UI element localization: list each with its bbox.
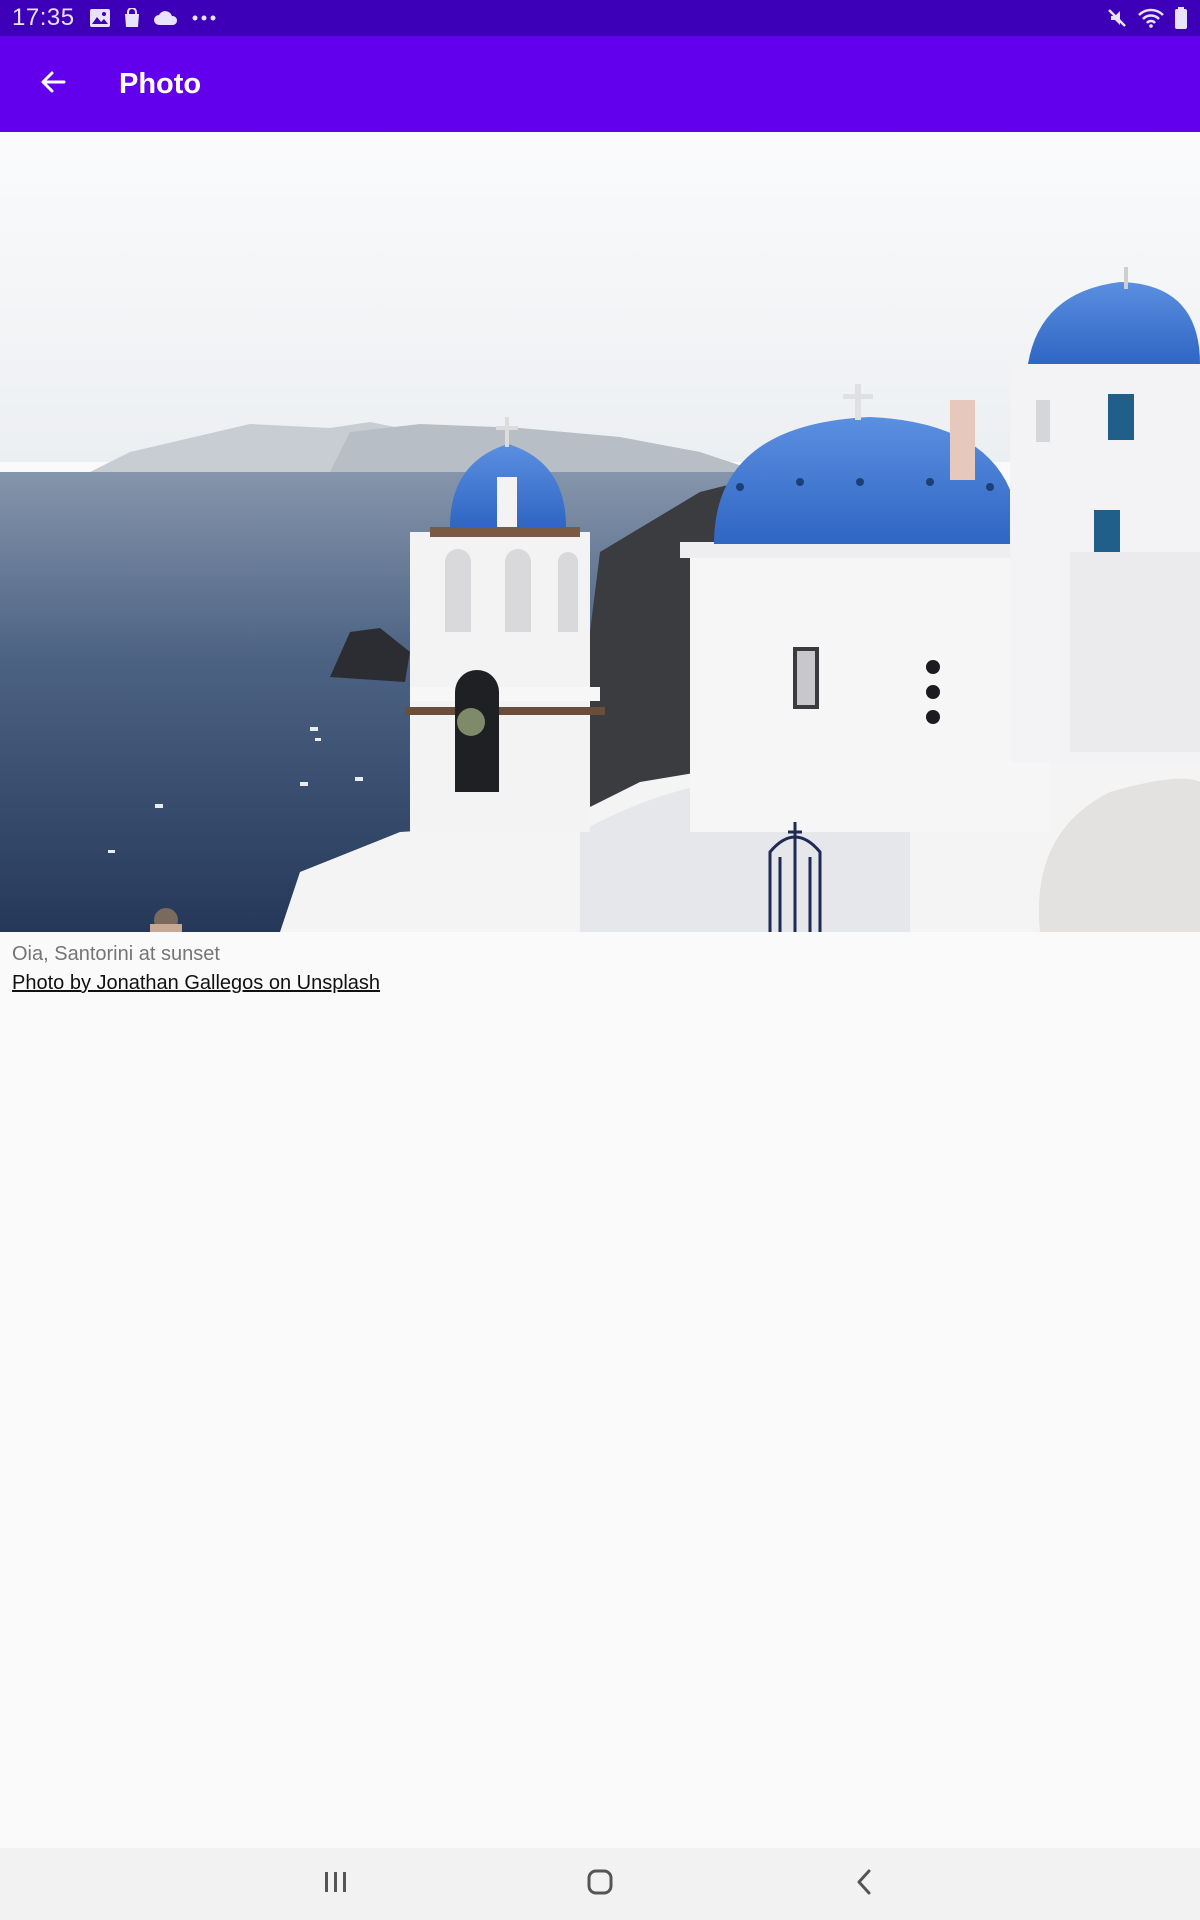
cloud-icon [153,9,179,27]
photo-credit-link[interactable]: Photo by Jonathan Gallegos on Unsplash [12,972,380,995]
shopping-bag-icon [123,8,141,28]
home-icon [587,1869,613,1900]
arrow-back-icon [39,68,67,101]
status-system-icons [1106,7,1188,29]
navigation-bar [0,1848,1200,1920]
back-button[interactable] [25,56,81,112]
mute-icon [1106,7,1128,29]
home-button[interactable] [540,1848,660,1920]
gallery-icon [89,8,111,28]
app-bar: Photo [0,36,1200,132]
recents-button[interactable] [276,1848,396,1920]
page-title: Photo [119,67,202,100]
photo-caption: Oia, Santorini at sunset [12,943,220,965]
wifi-icon [1138,8,1164,28]
status-bar: 17:35 [0,0,1200,36]
status-time: 17:35 [12,4,75,31]
santorini-photo [0,132,1200,932]
nav-back-button[interactable] [804,1848,924,1920]
status-notification-icons [89,8,217,28]
more-dots-icon [191,13,217,23]
recents-icon [323,1870,349,1899]
battery-icon [1174,7,1188,29]
back-icon [854,1869,874,1900]
